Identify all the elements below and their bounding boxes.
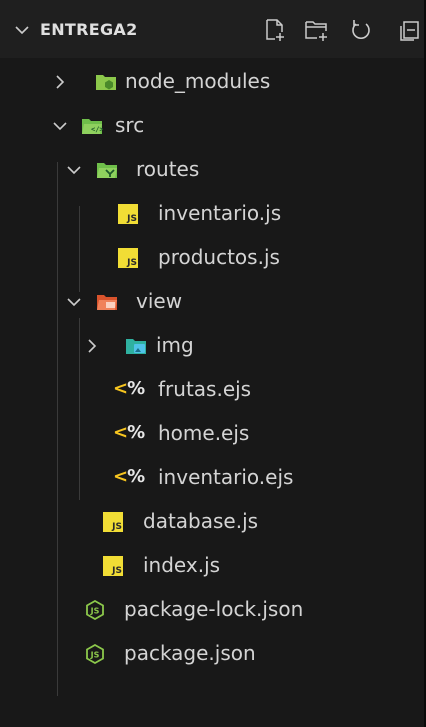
tree-item-label: img [156, 333, 194, 357]
tree-item-label: package.json [124, 641, 256, 665]
tree-item-label: view [136, 289, 183, 313]
tree-item-inventario-ejs[interactable]: <% inventario.ejs [0, 456, 424, 500]
chevron-down-icon[interactable] [52, 118, 68, 134]
tree-item-inventario-js[interactable]: JS inventario.js [0, 192, 424, 236]
node-json-icon: JS [86, 644, 104, 664]
tree-item-package-lock-json[interactable]: JS package-lock.json [0, 588, 424, 632]
workspace-title: ENTREGA2 [40, 20, 138, 39]
tree-item-label: frutas.ejs [158, 377, 252, 401]
js-file-icon: JS [118, 204, 138, 224]
src-folder-icon: </> [82, 119, 103, 134]
view-folder-icon [97, 295, 117, 310]
tree-item-label: inventario.js [158, 201, 282, 225]
chevron-right-icon[interactable] [52, 74, 68, 90]
tree-item-label: database.js [143, 509, 259, 533]
tree-item-label: package-lock.json [124, 597, 304, 621]
js-file-icon: JS [103, 512, 123, 532]
ejs-file-icon: <% [113, 378, 145, 399]
explorer-header[interactable]: ENTREGA2 [0, 0, 424, 58]
tree-item-src[interactable]: </> src [0, 104, 424, 148]
ejs-file-icon: <% [113, 466, 145, 487]
new-file-icon[interactable] [262, 18, 288, 42]
tree-item-home-ejs[interactable]: <% home.ejs [0, 412, 424, 456]
svg-text:</>: </> [91, 126, 103, 134]
tree-item-index-js[interactable]: JS index.js [0, 544, 424, 588]
tree-item-img[interactable]: img [0, 324, 424, 368]
refresh-icon[interactable] [348, 18, 374, 42]
svg-text:JS: JS [90, 607, 100, 616]
explorer-panel: ENTREGA2 node_modules </> src routes JS … [0, 0, 426, 727]
tree-item-package-json[interactable]: JS package.json [0, 632, 424, 676]
chevron-right-icon[interactable] [84, 338, 100, 354]
tree-item-frutas-ejs[interactable]: <% frutas.ejs [0, 368, 424, 412]
js-file-icon: JS [103, 556, 123, 576]
svg-text:JS: JS [90, 651, 100, 660]
tree-item-label: node_modules [125, 69, 271, 93]
tree-item-routes[interactable]: routes [0, 148, 424, 192]
tree-item-label: inventario.ejs [158, 465, 294, 489]
tree-item-view[interactable]: view [0, 280, 424, 324]
collapse-all-icon[interactable] [398, 18, 424, 42]
ejs-file-icon: <% [113, 422, 145, 443]
img-folder-icon [126, 339, 146, 354]
node-folder-icon [96, 75, 116, 90]
routes-folder-icon [97, 163, 117, 178]
tree-item-label: index.js [143, 553, 221, 577]
tree-item-label: productos.js [158, 245, 280, 269]
tree-item-database-js[interactable]: JS database.js [0, 500, 424, 544]
tree-item-label: home.ejs [158, 421, 250, 445]
chevron-down-icon[interactable] [14, 22, 30, 38]
chevron-down-icon[interactable] [66, 294, 82, 310]
chevron-down-icon[interactable] [66, 162, 82, 178]
node-json-icon: JS [86, 600, 104, 620]
tree-item-label: routes [136, 157, 200, 181]
js-file-icon: JS [118, 248, 138, 268]
tree-item-node-modules[interactable]: node_modules [0, 60, 424, 104]
tree-item-productos-js[interactable]: JS productos.js [0, 236, 424, 280]
new-folder-icon[interactable] [304, 18, 330, 42]
tree-item-label: src [115, 113, 145, 137]
